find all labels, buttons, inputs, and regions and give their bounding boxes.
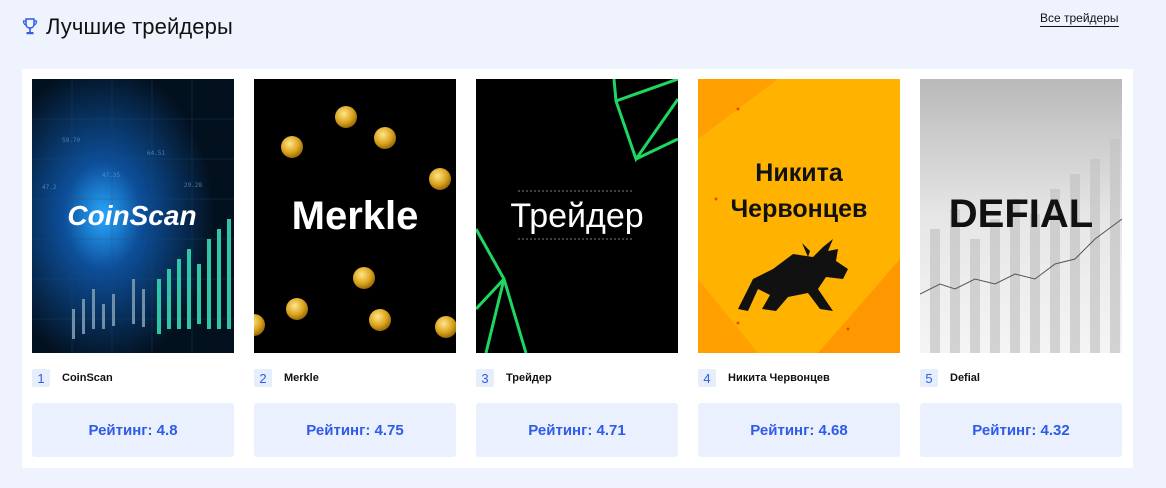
cover-logo-text: Никита [755,159,844,187]
rank-badge: 1 [32,369,50,387]
trader-name[interactable]: Merkle [284,372,319,384]
trader-name[interactable]: Никита Червонцев [728,372,830,384]
rank-badge: 3 [476,369,494,387]
chart-number: 47.35 [102,172,120,179]
rating-button[interactable]: Рейтинг: 4.68 [698,403,900,457]
trophy-icon [22,18,38,35]
chart-number: 47.2 [42,184,57,191]
trader-cover[interactable]: 59.70 64.51 47.35 29.28 47.2 CoinScan [32,79,234,353]
cover-logo-text: DEFIAL [949,192,1093,236]
rating-button[interactable]: Рейтинг: 4.32 [920,403,1122,457]
cover-logo-text: Червонцев [731,195,868,223]
chart-number: 29.28 [184,182,202,189]
trader-meta: 2 Merkle [254,369,456,387]
trader-meta: 3 Трейдер [476,369,678,387]
trader-card[interactable]: DEFIAL 5 Defial Рейтинг: 4.32 [920,79,1122,457]
top-traders-panel: 59.70 64.51 47.35 29.28 47.2 CoinScan 1 … [22,69,1133,468]
trader-cover[interactable]: DEFIAL [920,79,1122,353]
chart-number: 59.70 [62,137,80,144]
rank-badge: 2 [254,369,272,387]
all-traders-link[interactable]: Все трейдеры [1040,11,1119,27]
chart-number: 64.51 [147,150,165,157]
rank-badge: 5 [920,369,938,387]
rating-button[interactable]: Рейтинг: 4.75 [254,403,456,457]
trader-card[interactable]: Никита Червонцев 4 Никита Червонцев Рейт… [698,79,900,457]
trader-card[interactable]: Merkle 2 Merkle Рейтинг: 4.75 [254,79,456,457]
page-title: Лучшие трейдеры [46,14,233,39]
trader-name[interactable]: CoinScan [62,372,113,384]
section-header: Лучшие трейдеры [22,14,233,40]
rating-button[interactable]: Рейтинг: 4.8 [32,403,234,457]
cover-logo-text: CoinScan [67,200,196,231]
trader-card[interactable]: Трейдер 3 Трейдер Рейтинг: 4.71 [476,79,678,457]
trader-name[interactable]: Defial [950,372,980,384]
cover-logo-text: Трейдер [510,197,643,235]
trader-cover[interactable]: Merkle [254,79,456,353]
cover-logo-text: Merkle [292,194,419,238]
trader-card[interactable]: 59.70 64.51 47.35 29.28 47.2 CoinScan 1 … [32,79,234,457]
trader-name[interactable]: Трейдер [506,372,552,384]
rank-badge: 4 [698,369,716,387]
trader-meta: 1 CoinScan [32,369,234,387]
trader-meta: 5 Defial [920,369,1122,387]
trader-meta: 4 Никита Червонцев [698,369,900,387]
trader-cover[interactable]: Никита Червонцев [698,79,900,353]
trader-cover[interactable]: Трейдер [476,79,678,353]
rating-button[interactable]: Рейтинг: 4.71 [476,403,678,457]
